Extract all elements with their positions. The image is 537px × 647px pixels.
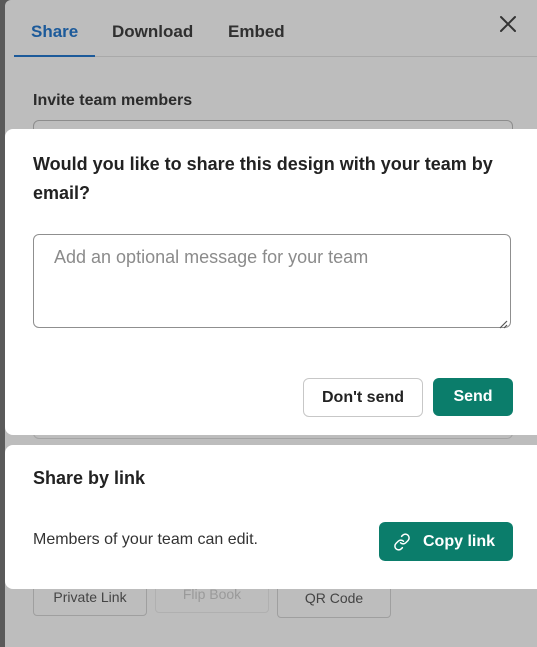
tab-embed[interactable]: Embed <box>228 22 285 42</box>
close-icon[interactable] <box>496 12 520 36</box>
share-by-link-card <box>5 445 537 589</box>
invite-team-heading: Invite team members <box>33 92 193 109</box>
share-by-link-description: Members of your team can edit. <box>33 531 258 548</box>
dont-send-button[interactable]: Don't send <box>303 378 423 417</box>
resize-grip-icon[interactable] <box>498 316 508 329</box>
active-tab-indicator <box>14 55 95 57</box>
send-button[interactable]: Send <box>433 378 513 416</box>
tab-share[interactable]: Share <box>31 22 78 42</box>
dialog-question: Would you like to share this design with… <box>33 154 493 203</box>
copy-link-label: Copy link <box>423 533 496 550</box>
link-icon <box>394 533 410 551</box>
tab-download[interactable]: Download <box>112 22 193 42</box>
team-message-input[interactable] <box>33 234 511 328</box>
copy-link-button[interactable]: Copy link <box>379 522 513 561</box>
share-by-link-title: Share by link <box>33 468 146 488</box>
